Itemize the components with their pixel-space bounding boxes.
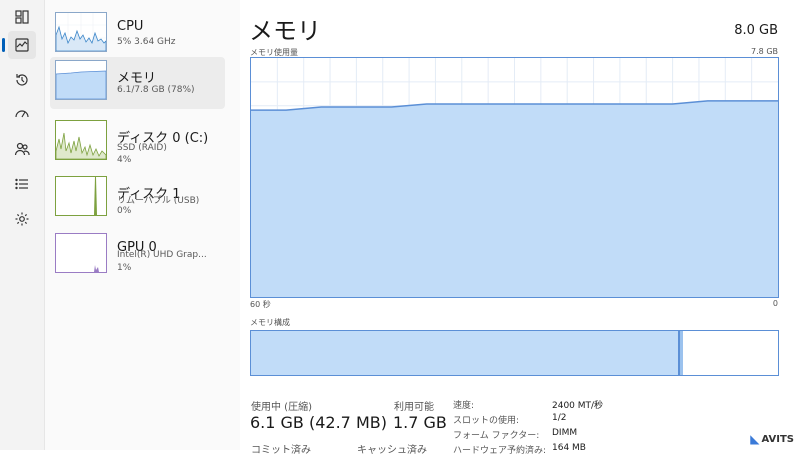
available-value: 1.7 GB <box>393 413 447 432</box>
performance-icon[interactable] <box>8 31 36 59</box>
device-disk-0[interactable]: ディスク 0 (C:) SSD (RAID) 4% <box>50 117 225 169</box>
form-factor-value: DIMM <box>552 428 577 438</box>
committed-label: コミット済み <box>251 441 311 456</box>
memory-in-use-segment <box>251 331 680 375</box>
users-icon[interactable] <box>8 135 36 163</box>
device-detail: リムーバブル (USB) <box>117 193 199 206</box>
gpu-thumbnail-graph <box>55 233 107 273</box>
page-title: メモリ <box>249 11 321 46</box>
device-usage: 0% <box>117 206 131 216</box>
graph-time-start: 60 秒 <box>250 299 271 310</box>
slots-used-label: スロットの使用: <box>453 413 519 426</box>
device-detail: Intel(R) UHD Grap... <box>117 250 207 260</box>
logo-mark-icon: ◣ <box>750 432 759 446</box>
device-detail: 5% 3.64 GHz <box>117 37 176 47</box>
device-cpu[interactable]: CPU 5% 3.64 GHz <box>50 9 225 61</box>
device-name: CPU <box>117 19 143 34</box>
memory-composition-bar <box>250 330 779 376</box>
speed-value: 2400 MT/秒 <box>552 398 603 411</box>
in-use-value: 6.1 GB (42.7 MB) <box>250 413 387 432</box>
device-disk-1[interactable]: ディスク 1 リムーバブル (USB) 0% <box>50 173 225 225</box>
composition-label: メモリ構成 <box>250 317 290 328</box>
memory-usage-graph <box>250 57 779 298</box>
memory-usage-chart <box>251 58 778 297</box>
navigation-rail <box>0 0 45 450</box>
total-memory: 8.0 GB <box>734 23 778 38</box>
usage-graph-max: 7.8 GB <box>751 47 778 56</box>
device-detail: SSD (RAID) <box>117 143 167 153</box>
memory-thumbnail-graph <box>55 60 107 100</box>
device-detail: 6.1/7.8 GB (78%) <box>117 85 195 95</box>
cpu-thumbnail-graph <box>55 12 107 52</box>
device-usage: 4% <box>117 155 131 165</box>
form-factor-label: フォーム ファクター: <box>453 428 539 441</box>
available-label: 利用可能 <box>394 398 434 413</box>
device-memory[interactable]: メモリ 6.1/7.8 GB (78%) <box>50 57 225 109</box>
watermark-text: AVITS <box>761 434 794 445</box>
graph-time-end: 0 <box>773 299 778 308</box>
device-usage: 1% <box>117 263 131 273</box>
device-name: メモリ <box>117 67 156 86</box>
disk-0-thumbnail-graph <box>55 120 107 160</box>
processes-icon[interactable] <box>8 3 36 31</box>
disk-1-thumbnail-graph <box>55 176 107 216</box>
hardware-reserved-value: 164 MB <box>552 443 586 453</box>
app-history-icon[interactable] <box>8 66 36 94</box>
memory-modified-segment <box>680 331 683 375</box>
usage-area <box>251 101 778 297</box>
details-icon[interactable] <box>8 170 36 198</box>
speed-label: 速度: <box>453 398 474 411</box>
cached-label: キャッシュ済み <box>357 441 427 456</box>
in-use-label: 使用中 (圧縮) <box>251 398 312 413</box>
startup-apps-icon[interactable] <box>8 100 36 128</box>
watermark-logo: ◣ AVITS <box>750 432 794 446</box>
device-gpu-0[interactable]: GPU 0 Intel(R) UHD Grap... 1% <box>50 230 225 282</box>
device-list: CPU 5% 3.64 GHz メモリ 6.1/7.8 GB (78%) ディス… <box>45 0 240 450</box>
services-icon[interactable] <box>8 205 36 233</box>
slots-used-value: 1/2 <box>552 413 566 423</box>
